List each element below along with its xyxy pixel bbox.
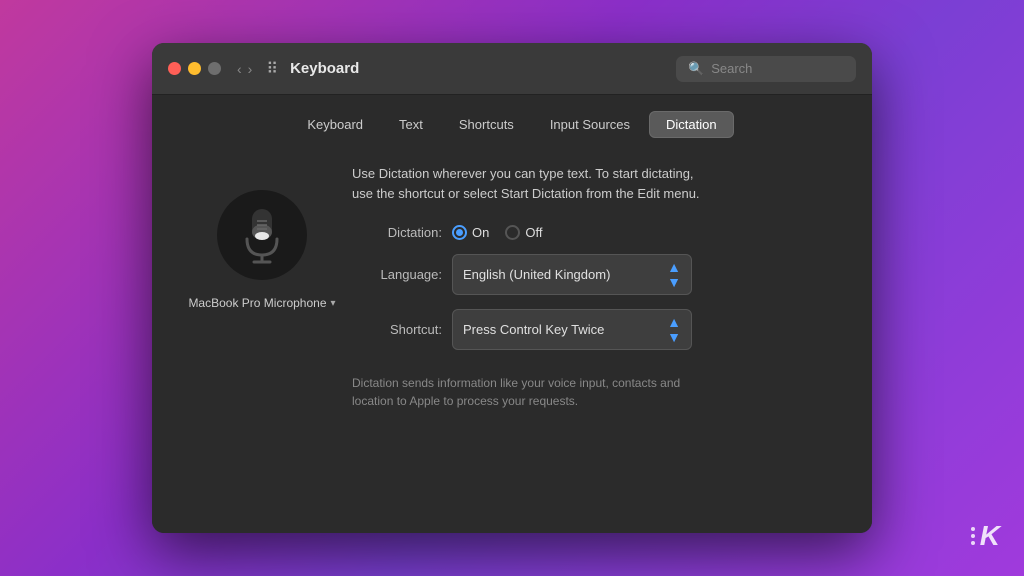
minimize-button[interactable] xyxy=(188,62,201,75)
search-box[interactable]: 🔍 xyxy=(676,56,856,82)
logo-dot-2 xyxy=(971,534,975,538)
shortcut-dropdown[interactable]: Press Control Key Twice ▲ ▼ xyxy=(452,309,692,350)
content-area: Keyboard Text Shortcuts Input Sources Di… xyxy=(152,95,872,533)
tab-dictation[interactable]: Dictation xyxy=(649,111,734,138)
language-dropdown-arrow-icon: ▲ ▼ xyxy=(667,260,681,289)
radio-off-label: Off xyxy=(525,225,542,240)
tabs-bar: Keyboard Text Shortcuts Input Sources Di… xyxy=(152,95,872,150)
shortcut-field-label: Shortcut: xyxy=(352,322,442,337)
language-row: Language: English (United Kingdom) ▲ ▼ xyxy=(352,254,852,295)
right-panel: Use Dictation wherever you can type text… xyxy=(352,160,852,513)
shortcut-dropdown-value: Press Control Key Twice xyxy=(463,322,661,337)
radio-on-circle[interactable] xyxy=(452,225,467,240)
back-arrow-icon[interactable]: ‹ xyxy=(237,61,242,77)
form-rows: Dictation: On Off xyxy=(352,225,852,350)
search-input[interactable] xyxy=(711,61,844,76)
left-panel: MacBook Pro Microphone ▾ xyxy=(172,160,352,513)
language-dropdown-value: English (United Kingdom) xyxy=(463,267,661,282)
grid-icon[interactable]: ⠿ xyxy=(266,59,278,79)
knowtechie-logo: K xyxy=(971,520,1000,552)
mic-label[interactable]: MacBook Pro Microphone ▾ xyxy=(188,296,335,310)
window-title: Keyboard xyxy=(290,60,664,77)
dictation-radio-group: On Off xyxy=(452,225,542,240)
close-button[interactable] xyxy=(168,62,181,75)
tab-input-sources[interactable]: Input Sources xyxy=(533,111,647,138)
microphone-icon xyxy=(237,205,287,265)
main-panel: MacBook Pro Microphone ▾ Use Dictation w… xyxy=(152,150,872,533)
logo-dots xyxy=(971,527,975,545)
keyboard-preferences-window: ‹ › ⠿ Keyboard 🔍 Keyboard Text Shortcuts… xyxy=(152,43,872,533)
titlebar: ‹ › ⠿ Keyboard 🔍 xyxy=(152,43,872,95)
nav-arrows: ‹ › xyxy=(237,61,252,77)
language-field-label: Language: xyxy=(352,267,442,282)
radio-on-label: On xyxy=(472,225,489,240)
mic-icon-container xyxy=(217,190,307,280)
dictation-on-option[interactable]: On xyxy=(452,225,489,240)
language-dropdown[interactable]: English (United Kingdom) ▲ ▼ xyxy=(452,254,692,295)
radio-off-circle[interactable] xyxy=(505,225,520,240)
footer-note: Dictation sends information like your vo… xyxy=(352,374,852,410)
forward-arrow-icon[interactable]: › xyxy=(248,61,253,77)
traffic-lights xyxy=(168,62,221,75)
mic-chevron-icon: ▾ xyxy=(331,298,336,309)
maximize-button[interactable] xyxy=(208,62,221,75)
logo-dot-3 xyxy=(971,541,975,545)
tab-keyboard[interactable]: Keyboard xyxy=(290,111,380,138)
description-text: Use Dictation wherever you can type text… xyxy=(352,160,852,203)
search-icon: 🔍 xyxy=(688,61,704,77)
logo-letter: K xyxy=(980,520,1000,552)
dictation-row: Dictation: On Off xyxy=(352,225,852,240)
shortcut-row: Shortcut: Press Control Key Twice ▲ ▼ xyxy=(352,309,852,350)
logo-dot-1 xyxy=(971,527,975,531)
mic-name-text: MacBook Pro Microphone xyxy=(188,296,326,310)
tab-text[interactable]: Text xyxy=(382,111,440,138)
dictation-field-label: Dictation: xyxy=(352,225,442,240)
shortcut-dropdown-arrow-icon: ▲ ▼ xyxy=(667,315,681,344)
tab-shortcuts[interactable]: Shortcuts xyxy=(442,111,531,138)
dictation-off-option[interactable]: Off xyxy=(505,225,542,240)
